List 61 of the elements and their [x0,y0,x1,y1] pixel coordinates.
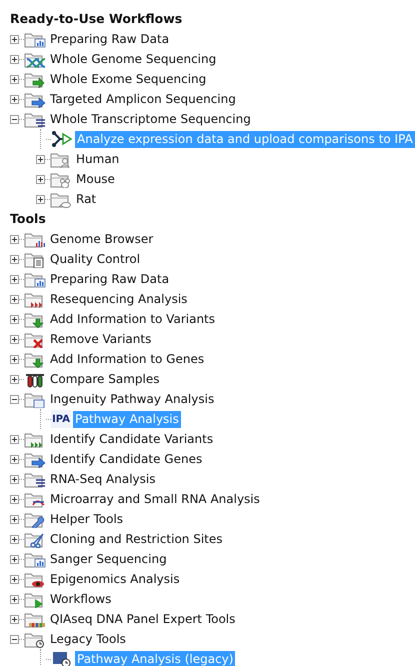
expand-icon[interactable] [10,94,19,104]
tree-item[interactable]: Preparing Raw Data [48,30,172,48]
tree-item[interactable]: Compare Samples [48,370,162,388]
expand-icon[interactable] [10,554,19,564]
expand-icon[interactable] [10,314,19,324]
expand-icon[interactable] [10,254,19,264]
collapse-icon[interactable] [10,634,19,644]
tree-item[interactable]: Preparing Raw Data [48,270,172,288]
expand-icon[interactable] [10,614,19,624]
expand-icon[interactable] [36,154,45,164]
expand-icon[interactable] [10,334,19,344]
tree-item[interactable]: Identify Candidate Variants [48,430,216,448]
tree-item[interactable]: Whole Genome Sequencing [48,50,218,68]
tree-item[interactable]: Remove Variants [48,330,154,348]
collapse-icon[interactable] [10,114,19,124]
expand-icon[interactable] [10,514,19,524]
expand-icon[interactable] [36,174,45,184]
tree-item[interactable]: Cloning and Restriction Sites [48,530,225,548]
tree-item[interactable]: RNA-Seq Analysis [48,470,158,488]
expand-icon[interactable] [10,354,19,364]
square-clock-icon [51,650,73,666]
expand-icon[interactable] [10,574,19,584]
branch-arrow-icon [51,130,73,148]
tree-item[interactable]: Ingenuity Pathway Analysis [48,390,216,408]
tree-item[interactable]: Add Information to Genes [48,350,206,368]
expand-icon[interactable] [10,454,19,464]
tree-item[interactable]: Resequencing Analysis [48,290,190,308]
expand-icon[interactable] [10,534,19,544]
tree-item[interactable]: Whole Transcriptome Sequencing [48,110,253,128]
expand-icon[interactable] [10,234,19,244]
tree-item[interactable]: QIAseq DNA Panel Expert Tools [48,610,238,628]
tree-item[interactable]: Workflows [48,590,114,608]
tree-item[interactable]: Genome Browser [48,230,156,248]
tree-item[interactable]: Quality Control [48,250,142,268]
tree-item[interactable]: Sanger Sequencing [48,550,169,568]
tree-item[interactable]: Legacy Tools [48,630,128,648]
expand-icon[interactable] [10,54,19,64]
expand-icon[interactable] [36,194,45,204]
section-heading: Ready-to-Use Workflows [9,10,184,28]
tree-item[interactable]: Helper Tools [48,510,126,528]
tree-item[interactable]: Targeted Amplicon Sequencing [48,90,238,108]
expand-icon[interactable] [10,74,19,84]
expand-icon[interactable] [10,374,19,384]
expand-icon[interactable] [10,494,19,504]
tree-item[interactable]: Mouse [74,170,117,188]
collapse-icon[interactable] [10,394,19,404]
tree-item[interactable]: Microarray and Small RNA Analysis [48,490,262,508]
tree-item[interactable]: Human [74,150,122,168]
expand-icon[interactable] [10,274,19,284]
tree-item[interactable]: Identify Candidate Genes [48,450,204,468]
tree-item[interactable]: Whole Exome Sequencing [48,70,208,88]
tree-item[interactable]: Add Information to Variants [48,310,217,328]
expand-icon[interactable] [10,474,19,484]
section-heading: Tools [9,210,47,228]
expand-icon[interactable] [10,434,19,444]
tree-item[interactable]: Rat [74,190,98,208]
expand-icon[interactable] [10,34,19,44]
tree-item[interactable]: Epigenomics Analysis [48,570,182,588]
expand-icon[interactable] [10,294,19,304]
expand-icon[interactable] [10,594,19,604]
ipa-icon: IPA [51,410,71,428]
